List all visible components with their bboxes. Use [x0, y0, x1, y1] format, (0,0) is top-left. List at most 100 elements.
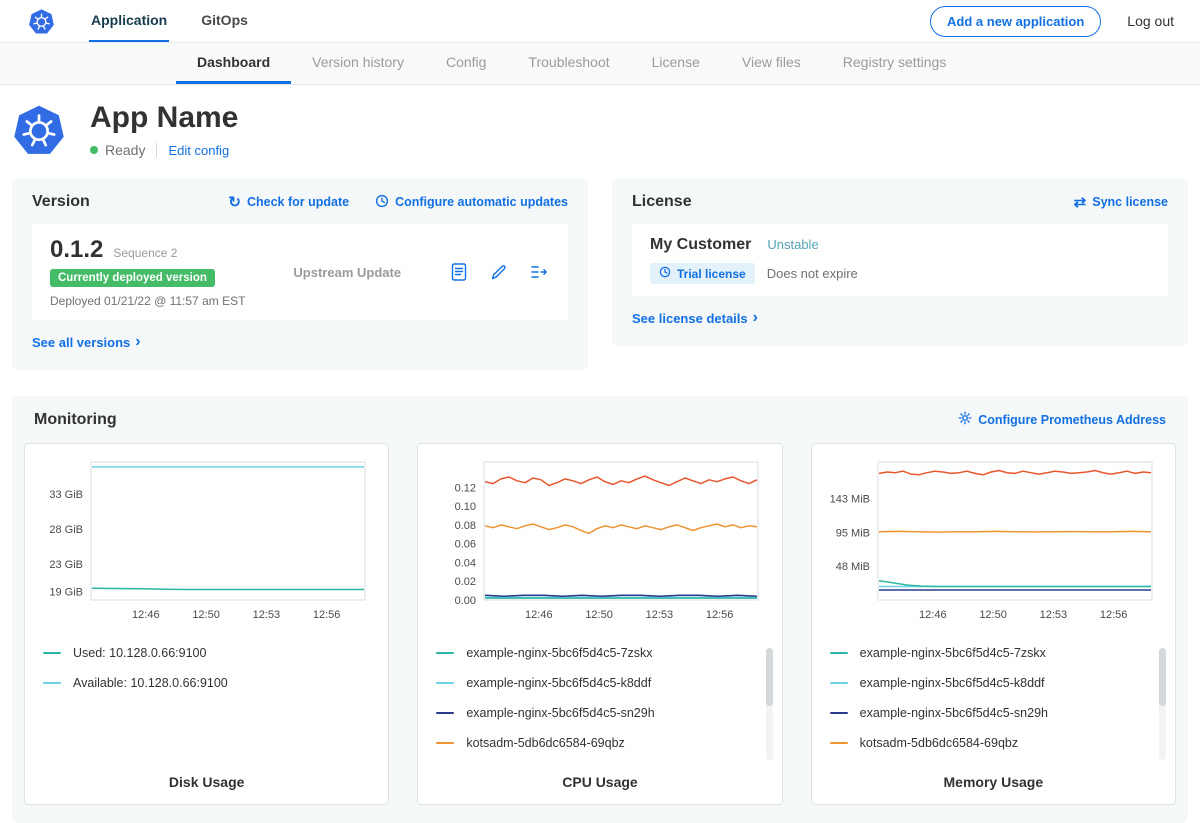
- top-navbar: Application GitOps Add a new application…: [0, 0, 1200, 42]
- chart-title: Disk Usage: [33, 774, 380, 790]
- upstream-update-label: Upstream Update: [293, 265, 401, 280]
- tab-troubleshoot[interactable]: Troubleshoot: [507, 43, 630, 84]
- svg-text:12:56: 12:56: [313, 609, 341, 621]
- app-status-row: Ready Edit config: [90, 142, 238, 158]
- chart-title: CPU Usage: [426, 774, 773, 790]
- legend-item: kotsadm-5db6dc6584-69qbz: [830, 736, 1153, 750]
- sequence-label: Sequence 2: [113, 246, 177, 260]
- see-all-versions-link[interactable]: See all versions ›: [32, 334, 141, 350]
- chevron-right-icon: ›: [135, 334, 140, 350]
- legend-scrollbar[interactable]: [1159, 648, 1166, 760]
- tab-version-history[interactable]: Version history: [291, 43, 425, 84]
- svg-text:28 GiB: 28 GiB: [49, 523, 83, 535]
- see-license-details-label: See license details: [632, 311, 748, 326]
- license-card-header: License ⇄ Sync license: [632, 193, 1168, 211]
- topnav-tabs: Application GitOps: [89, 0, 280, 42]
- logout-link[interactable]: Log out: [1127, 13, 1174, 29]
- series-label: example-nginx-5bc6f5d4c5-7zskx: [860, 646, 1046, 660]
- license-meta-row: Trial license Does not expire: [650, 263, 1150, 284]
- tab-registry-settings[interactable]: Registry settings: [822, 43, 967, 84]
- legend-scrollbar[interactable]: [766, 648, 773, 760]
- monitoring-header: Monitoring Configure Prometheus Address: [24, 411, 1176, 429]
- add-application-button[interactable]: Add a new application: [930, 6, 1101, 37]
- svg-text:48 MiB: 48 MiB: [835, 560, 869, 572]
- svg-text:0.02: 0.02: [455, 576, 476, 588]
- series-color-dash: [830, 682, 848, 684]
- configure-automatic-updates-link[interactable]: Configure automatic updates: [375, 194, 568, 211]
- sync-license-link[interactable]: ⇄ Sync license: [1074, 195, 1168, 210]
- divider: [156, 143, 157, 157]
- svg-text:0.06: 0.06: [455, 538, 476, 550]
- tab-view-files[interactable]: View files: [721, 43, 822, 84]
- svg-text:0.10: 0.10: [455, 501, 476, 513]
- svg-text:23 GiB: 23 GiB: [49, 558, 83, 570]
- kubernetes-logo-icon[interactable]: [28, 8, 55, 35]
- series-color-dash: [436, 742, 454, 744]
- series-label: Available: 10.128.0.66:9100: [73, 676, 228, 690]
- diff-icon[interactable]: [528, 261, 550, 283]
- cpu-usage-panel: 0.120.100.080.060.040.020.0012:4612:5012…: [417, 443, 782, 805]
- customer-row: My Customer Unstable: [650, 236, 1150, 254]
- disk-usage-chart: 33 GiB28 GiB23 GiB19 GiB12:4612:5012:531…: [33, 456, 380, 626]
- sync-license-label: Sync license: [1092, 195, 1168, 209]
- legend-item: example-nginx-5bc6f5d4c5-sn29h: [830, 706, 1153, 720]
- scrollbar-thumb[interactable]: [766, 648, 773, 706]
- svg-text:0.08: 0.08: [455, 519, 476, 531]
- app-header-info: App Name Ready Edit config: [90, 99, 238, 158]
- svg-text:12:50: 12:50: [979, 609, 1007, 621]
- see-license-details-link[interactable]: See license details ›: [632, 310, 758, 326]
- tab-license[interactable]: License: [631, 43, 721, 84]
- legend-item: kotsadm-5db6dc6584-69qbz: [436, 736, 759, 750]
- legend-item: example-nginx-5bc6f5d4c5-k8ddf: [830, 676, 1153, 690]
- version-card-links: ↻ Check for update Configure automatic u…: [228, 194, 568, 211]
- svg-text:12:46: 12:46: [525, 609, 553, 621]
- svg-text:0.00: 0.00: [455, 595, 476, 607]
- series-label: example-nginx-5bc6f5d4c5-k8ddf: [860, 676, 1045, 690]
- sync-icon: ⇄: [1074, 195, 1087, 210]
- svg-text:12:46: 12:46: [132, 609, 160, 621]
- schedule-clock-icon: [375, 194, 389, 211]
- edit-config-icon[interactable]: [488, 261, 510, 283]
- customer-name: My Customer: [650, 236, 751, 254]
- check-for-update-link[interactable]: ↻ Check for update: [228, 195, 349, 210]
- tab-dashboard[interactable]: Dashboard: [176, 43, 291, 84]
- monitoring-links: Configure Prometheus Address: [958, 411, 1166, 428]
- version-card-header: Version ↻ Check for update Configure aut…: [32, 193, 568, 211]
- version-number: 0.1.2: [50, 236, 103, 264]
- configure-prometheus-link[interactable]: Configure Prometheus Address: [958, 411, 1166, 428]
- license-card: License ⇄ Sync license My Customer Unsta…: [612, 178, 1188, 346]
- series-color-dash: [43, 682, 61, 684]
- legend-item: example-nginx-5bc6f5d4c5-sn29h: [436, 706, 759, 720]
- edit-config-link[interactable]: Edit config: [168, 143, 229, 158]
- gear-icon: [958, 411, 972, 428]
- page-title: App Name: [90, 101, 238, 134]
- version-action-icons: [448, 261, 550, 283]
- charts-row: 33 GiB28 GiB23 GiB19 GiB12:4612:5012:531…: [24, 443, 1176, 805]
- series-color-dash: [830, 742, 848, 744]
- license-card-links: ⇄ Sync license: [1074, 195, 1168, 210]
- svg-text:12:53: 12:53: [646, 609, 674, 621]
- svg-text:12:46: 12:46: [919, 609, 947, 621]
- topnav-tab-gitops[interactable]: GitOps: [199, 0, 250, 42]
- series-color-dash: [436, 712, 454, 714]
- release-notes-icon[interactable]: [448, 261, 470, 283]
- series-color-dash: [43, 652, 61, 654]
- svg-text:33 GiB: 33 GiB: [49, 489, 83, 501]
- configure-prometheus-label: Configure Prometheus Address: [978, 413, 1166, 427]
- app-subnav: Dashboard Version history Config Trouble…: [0, 42, 1200, 85]
- license-type-badge: Trial license: [650, 263, 755, 284]
- series-label: kotsadm-5db6dc6584-69qbz: [860, 736, 1018, 750]
- legend-item: Used: 10.128.0.66:9100: [43, 646, 366, 660]
- monitoring-card: Monitoring Configure Prometheus Address …: [12, 396, 1188, 823]
- series-label: Used: 10.128.0.66:9100: [73, 646, 206, 660]
- legend-item: example-nginx-5bc6f5d4c5-k8ddf: [436, 676, 759, 690]
- clock-icon: [659, 266, 671, 281]
- scrollbar-thumb[interactable]: [1159, 648, 1166, 706]
- series-label: example-nginx-5bc6f5d4c5-sn29h: [466, 706, 654, 720]
- version-info: 0.1.2 Sequence 2 Currently deployed vers…: [50, 236, 245, 308]
- svg-text:12:50: 12:50: [192, 609, 220, 621]
- legend-item: example-nginx-5bc6f5d4c5-7zskx: [830, 646, 1153, 660]
- status-label: Ready: [105, 142, 145, 158]
- topnav-tab-application[interactable]: Application: [89, 0, 169, 42]
- tab-config[interactable]: Config: [425, 43, 507, 84]
